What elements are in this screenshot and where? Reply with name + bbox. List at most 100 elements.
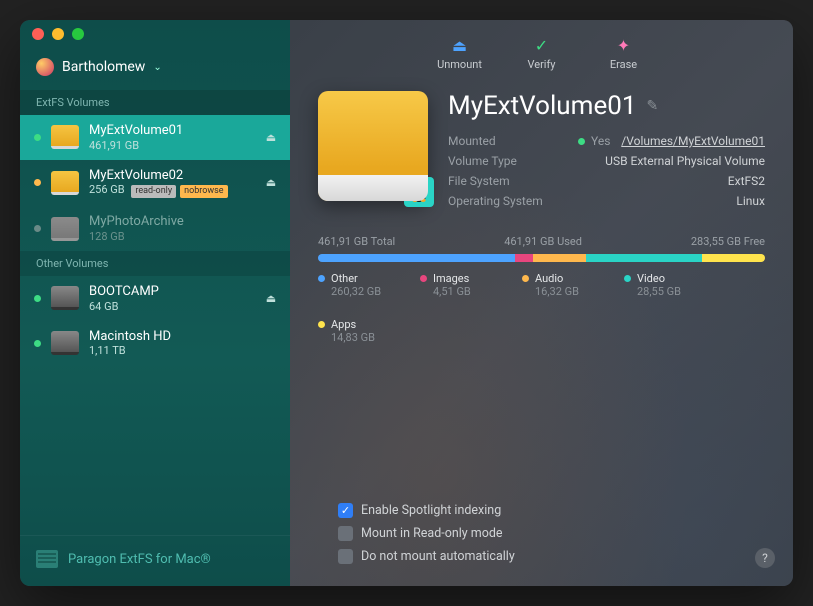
legend-dot-icon: [318, 275, 325, 282]
volume-text: MyExtVolume02 256 GB read-only nobrowse: [89, 168, 254, 198]
eject-icon[interactable]: ⏏: [264, 176, 278, 189]
checkbox-icon: [338, 526, 353, 541]
sidebar-footer[interactable]: Paragon ExtFS for Mac®: [20, 535, 290, 586]
status-dot-icon: [34, 340, 41, 347]
eject-icon[interactable]: ⏏: [264, 292, 278, 305]
linux-icon: [404, 177, 434, 207]
usage-segment-other: [318, 254, 515, 262]
drive-icon: [51, 171, 79, 195]
edit-icon[interactable]: ✎: [646, 98, 658, 114]
badge-nobrowse: nobrowse: [180, 185, 227, 198]
titlebar: [20, 20, 793, 48]
sidebar-item-volume[interactable]: MyPhotoArchive 128 GB: [20, 206, 290, 251]
legend-size: 14,83 GB: [331, 331, 400, 344]
app-window: Bartholomew ⌄ ExtFS Volumes MyExtVolume0…: [20, 20, 793, 586]
option-label: Do not mount automatically: [361, 549, 515, 564]
hd-icon: [51, 286, 79, 310]
checkbox-icon: ✓: [338, 503, 353, 518]
sidebar-item-volume[interactable]: BOOTCAMP 64 GB ⏏: [20, 276, 290, 321]
sidebar-item-volume[interactable]: Macintosh HD 1,11 TB: [20, 321, 290, 366]
option-label: Enable Spotlight indexing: [361, 503, 501, 518]
volume-size: 461,91 GB: [89, 139, 254, 152]
usage-legend: Other260,32 GBImages4,51 GBAudio16,32 GB…: [318, 272, 765, 344]
volume-text: MyPhotoArchive 128 GB: [89, 214, 278, 243]
volume-large-icon: [318, 91, 428, 201]
legend-dot-icon: [420, 275, 427, 282]
status-dot-icon: [578, 138, 585, 145]
checkbox-icon: [338, 549, 353, 564]
usage-bar: [318, 254, 765, 262]
avatar: [36, 58, 54, 76]
meta-mounted-status: Yes: [578, 134, 610, 148]
volume-text: MyExtVolume01 461,91 GB: [89, 123, 254, 152]
legend-dot-icon: [624, 275, 631, 282]
volume-text: Macintosh HD 1,11 TB: [89, 329, 278, 358]
usage-used: 461,91 GB Used: [504, 235, 582, 248]
meta-label-type: Volume Type: [448, 154, 578, 168]
volume-name: MyExtVolume01: [89, 123, 254, 139]
legend-item-video: Video28,55 GB: [624, 272, 706, 298]
volume-name: BOOTCAMP: [89, 284, 254, 300]
sidebar-item-volume[interactable]: MyExtVolume02 256 GB read-only nobrowse …: [20, 160, 290, 206]
status-dot-icon: [34, 295, 41, 302]
usage-segment-images: [515, 254, 533, 262]
legend-label: Video: [637, 272, 665, 285]
toolbar-label: Unmount: [437, 58, 482, 71]
close-icon[interactable]: [32, 28, 44, 40]
legend-dot-icon: [318, 321, 325, 328]
volume-text: BOOTCAMP 64 GB: [89, 284, 254, 313]
minimize-icon[interactable]: [52, 28, 64, 40]
main-panel: ⏏ Unmount ✓ Verify ✦ Erase: [290, 20, 793, 586]
option-noauto[interactable]: Do not mount automatically: [338, 545, 765, 568]
toolbar-label: Verify: [527, 58, 555, 71]
meta-value-type: USB External Physical Volume: [605, 154, 765, 168]
eject-icon[interactable]: ⏏: [264, 131, 278, 144]
chevron-down-icon: ⌄: [153, 62, 161, 73]
legend-dot-icon: [522, 275, 529, 282]
user-menu[interactable]: Bartholomew ⌄: [20, 54, 290, 90]
volume-name: MyPhotoArchive: [89, 214, 278, 230]
volume-header: MyExtVolume01 ✎ Mounted Yes /Volumes/MyE…: [290, 85, 793, 227]
meta-value-os: Linux: [736, 194, 765, 208]
archive-icon: [36, 550, 58, 568]
legend-label: Apps: [331, 318, 356, 331]
meta-label-fs: File System: [448, 174, 578, 188]
volume-name: Macintosh HD: [89, 329, 278, 345]
volume-size: 1,11 TB: [89, 344, 278, 357]
option-spotlight[interactable]: ✓ Enable Spotlight indexing: [338, 499, 765, 522]
badge-readonly: read-only: [131, 185, 176, 198]
meta-label-os: Operating System: [448, 194, 578, 208]
help-button[interactable]: ?: [755, 548, 775, 568]
hd-icon: [51, 331, 79, 355]
status-dot-icon: [34, 179, 41, 186]
usage-segment-apps: [702, 254, 765, 262]
usage-segment-audio: [533, 254, 587, 262]
toolbar-label: Erase: [610, 58, 637, 71]
user-name: Bartholomew: [62, 59, 145, 75]
volume-size: 128 GB: [89, 230, 278, 243]
usage-segment-video: [586, 254, 702, 262]
option-readonly[interactable]: Mount in Read-only mode: [338, 522, 765, 545]
usage-section: 461,91 GB Total 461,91 GB Used 283,55 GB…: [290, 227, 793, 344]
status-dot-icon: [34, 225, 41, 232]
option-label: Mount in Read-only mode: [361, 526, 503, 541]
window-controls: [32, 28, 84, 40]
volume-size: 256 GB read-only nobrowse: [89, 183, 254, 198]
meta-label-mounted: Mounted: [448, 134, 578, 148]
sidebar: Bartholomew ⌄ ExtFS Volumes MyExtVolume0…: [20, 20, 290, 586]
status-dot-icon: [34, 134, 41, 141]
drive-icon: [51, 217, 79, 241]
sidebar-item-volume[interactable]: MyExtVolume01 461,91 GB ⏏: [20, 115, 290, 160]
volume-path-link[interactable]: /Volumes/MyExtVolume01: [621, 134, 765, 148]
section-label-other: Other Volumes: [20, 251, 290, 276]
legend-size: 260,32 GB: [331, 285, 400, 298]
legend-label: Images: [433, 272, 469, 285]
zoom-icon[interactable]: [72, 28, 84, 40]
legend-item-images: Images4,51 GB: [420, 272, 502, 298]
usage-free: 283,55 GB Free: [691, 235, 765, 248]
volume-name: MyExtVolume02: [89, 168, 254, 184]
legend-item-other: Other260,32 GB: [318, 272, 400, 298]
legend-size: 28,55 GB: [637, 285, 706, 298]
section-label-extfs: ExtFS Volumes: [20, 90, 290, 115]
legend-size: 16,32 GB: [535, 285, 604, 298]
